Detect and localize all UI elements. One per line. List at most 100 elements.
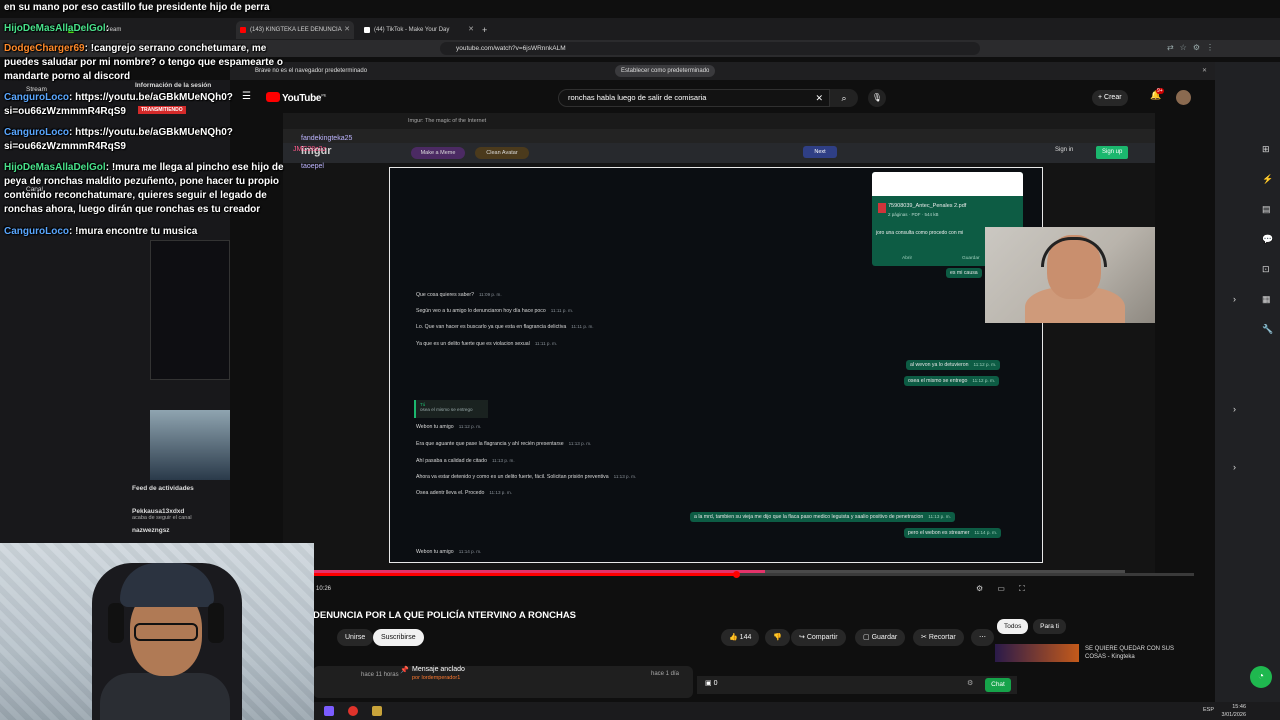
message-time: 11:13 p. m.: [489, 490, 512, 495]
app-icon-2[interactable]: [348, 706, 358, 716]
more-actions-button[interactable]: ⋯: [971, 629, 994, 646]
video-player[interactable]: Imgur: The magic of the Internet imgur M…: [283, 113, 1155, 575]
close-infobar-icon[interactable]: ✕: [1202, 62, 1207, 80]
sidebar-icon-1[interactable]: ⊞: [1262, 144, 1270, 155]
chat-sep: :: [105, 23, 110, 34]
sidebar-icon-5[interactable]: ⊡: [1262, 264, 1270, 275]
chat-user: DodgeCharger69: [4, 43, 85, 54]
assistant-bubble-icon[interactable]: ◔: [1250, 666, 1272, 688]
app-icon-3[interactable]: [372, 706, 382, 716]
overlay-chat-top: en su mano por eso castillo fue presiden…: [4, 2, 270, 13]
voice-search-button[interactable]: 🎙: [868, 89, 886, 107]
streamer-webcam-in-video: [985, 227, 1155, 323]
system-clock[interactable]: 15:46 3/01/2026: [1222, 703, 1246, 719]
pdf-name: 75908039_Antec_Penales 2.pdf: [888, 203, 967, 209]
make-meme-button: Make a Meme: [411, 147, 465, 159]
pinned-author: por lordemperador1: [412, 675, 461, 681]
keyboard-language[interactable]: ESP: [1203, 707, 1214, 713]
chat-button[interactable]: Chat: [985, 678, 1011, 692]
activity-user: Pekkausa13xdxd: [132, 508, 185, 515]
message-text: pero el webon es streamer: [908, 530, 970, 536]
incoming-message: Ahí pasaba a calidad de citado 11:13 p. m…: [416, 458, 515, 464]
glasses: [134, 623, 198, 641]
pinned-time: hace 1 día: [651, 671, 680, 677]
message-time: 11:09 p. m.: [478, 292, 502, 297]
message-time: 11:12 p. m.: [973, 362, 997, 367]
sidebar-icon-2[interactable]: ⚡: [1262, 174, 1273, 185]
message-text: Según veo a tu amigo lo denunciaron hoy …: [416, 308, 546, 314]
pdf-icon: [878, 203, 886, 213]
close-tab-icon[interactable]: ✕: [344, 21, 350, 39]
app-icon-1[interactable]: [324, 706, 334, 716]
message-time: 11:11 p. m.: [571, 324, 594, 329]
scissors-icon: ✂: [921, 634, 927, 641]
tab-tiktok[interactable]: (44) TikTok - Make Your Day ✕: [360, 21, 478, 39]
share-button[interactable]: ↪ Compartir: [791, 629, 846, 646]
bookmark-icon: ▢: [863, 634, 870, 641]
video-description-box[interactable]: hace 11 horas: [313, 666, 693, 698]
save-button[interactable]: ▢ Guardar: [855, 629, 906, 646]
chevron-right-icon[interactable]: ›: [1233, 462, 1236, 472]
extension-icons[interactable]: ⇄☆⚙⋮: [1167, 43, 1220, 52]
youtube-header: ☰ YouTubePE ronchas habla luego de salir…: [230, 85, 1215, 111]
clear-search-icon[interactable]: ✕: [815, 90, 823, 106]
filter-chip-all[interactable]: Todos: [997, 619, 1029, 634]
video-stream-chat: fandekingteka25 JMC28z2z taoepel: [293, 135, 388, 192]
join-button[interactable]: Unirse: [337, 629, 374, 646]
message-text: osea el mismo se entrego: [908, 378, 968, 384]
url-text: youtube.com/watch?v=6jsWRnnkALM: [456, 45, 566, 52]
player-control-icons[interactable]: ⚙ ▭ ⛶: [976, 584, 1031, 594]
chevron-right-icon[interactable]: ›: [1233, 404, 1236, 414]
video-controls: 10:26 ⚙ ▭ ⛶: [314, 580, 1194, 602]
dislike-button[interactable]: 👎: [765, 629, 790, 646]
pdf-save: Guardar: [962, 256, 980, 261]
recommended-thumbnail: [995, 644, 1079, 662]
account-avatar[interactable]: [1176, 90, 1191, 105]
taskbar: ESP 15:46 3/01/2026: [314, 702, 1280, 720]
sign-in-link: Sign in: [1055, 147, 1074, 153]
incoming-message: Lo. Que van hacer es buscarlo ya que est…: [416, 324, 594, 330]
message-time: 11:12 p. m.: [458, 424, 482, 429]
subscribe-button[interactable]: Suscribirse: [373, 629, 424, 646]
notifications-button[interactable]: 🔔 9+: [1150, 88, 1164, 101]
incoming-message: Que cosa quieres saber? 11:09 p. m.: [416, 292, 502, 298]
create-button[interactable]: + Crear: [1092, 90, 1128, 106]
filter-chip-for-you[interactable]: Para ti: [1033, 619, 1066, 634]
address-bar[interactable]: youtube.com/watch?v=6jsWRnnkALM: [440, 42, 980, 55]
activity-action: acaba de seguir el canal: [132, 515, 192, 521]
message-time: 11:13 p. m.: [491, 458, 515, 463]
region-code: PE: [321, 92, 326, 98]
pinned-message: 📌 Mensaje anclado por lordemperador1: [400, 666, 465, 681]
wrench-icon[interactable]: 🔧: [1262, 324, 1273, 335]
chevron-right-icon[interactable]: ›: [1233, 294, 1236, 304]
sidebar-icon-4[interactable]: 💬: [1262, 234, 1273, 245]
sidebar-icon-6[interactable]: ▦: [1262, 294, 1271, 305]
quote-text: osea el mismo se entrego: [420, 407, 473, 412]
settings-gear-icon[interactable]: ⚙: [967, 679, 973, 687]
recommended-video[interactable]: SE QUIERE QUEDAR CON SUS COSAS - Kingtek…: [995, 644, 1205, 664]
sidebar-icon-3[interactable]: ▤: [1262, 204, 1271, 215]
share-label: Compartir: [806, 634, 838, 641]
search-button[interactable]: ⌕: [830, 89, 858, 107]
video-scrubber[interactable]: [733, 571, 740, 578]
message-time: 11:13 p. m.: [568, 441, 592, 446]
message-time: 11:11 p. m.: [534, 341, 558, 346]
next-button: Next: [803, 146, 837, 158]
outgoing-message: pero el webon es streamer 11:14 p. m.: [904, 528, 1002, 538]
pinned-title: Mensaje anclado: [412, 666, 465, 673]
search-input[interactable]: ronchas habla luego de salir de comisari…: [558, 89, 830, 107]
like-button[interactable]: 👍 144: [721, 629, 760, 646]
new-tab-button[interactable]: +: [482, 21, 496, 39]
current-time: 10:26: [316, 586, 332, 592]
message-time: 11:11 p. m.: [550, 308, 574, 313]
clock-date: 3/01/2026: [1221, 712, 1246, 718]
close-tab-icon[interactable]: ✕: [468, 21, 474, 39]
stream-chat-user: JMC28z2z: [293, 146, 327, 153]
chat-message: CanguroLoco: https://youtu.be/aGBkMUeNQh…: [4, 91, 304, 119]
activity-feed: Feed de actividades Pekkausa13xdxd acaba…: [132, 485, 230, 534]
live-chat-input-bar[interactable]: ▣ 0 ⚙ Chat: [697, 676, 1017, 694]
incoming-message: Ya que es un delito fuerte que es violac…: [416, 341, 557, 347]
set-default-button[interactable]: Establecer como predeterminado: [615, 65, 716, 77]
clip-button[interactable]: ✂ Recortar: [913, 629, 964, 646]
recommended-title: SE QUIERE QUEDAR CON SUS COSAS - Kingtek…: [1085, 646, 1175, 660]
